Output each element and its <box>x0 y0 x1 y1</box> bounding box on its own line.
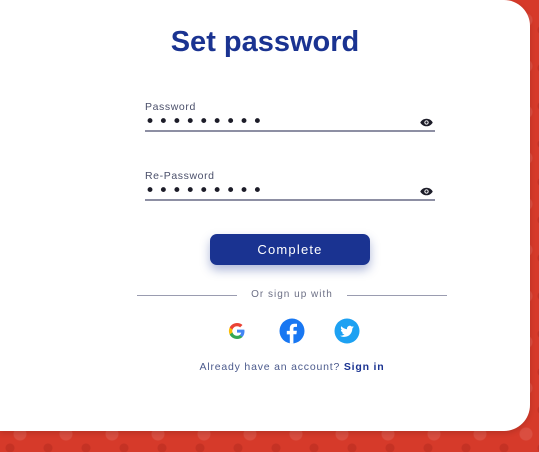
facebook-icon[interactable] <box>279 318 305 344</box>
page-title: Set password <box>170 26 360 58</box>
eye-icon[interactable] <box>420 118 433 127</box>
sign-in-link[interactable]: Sign in <box>344 361 385 373</box>
re-password-field[interactable]: Re-Password ••••••••• <box>145 170 435 202</box>
footer-text: Already have an account? Sign in <box>0 361 539 373</box>
twitter-icon[interactable] <box>334 318 360 344</box>
password-underline <box>145 130 435 132</box>
divider-line-right <box>347 295 447 296</box>
password-input[interactable]: ••••••••• <box>145 112 266 132</box>
re-password-underline <box>145 199 435 201</box>
set-password-card: Set password Password ••••••••• Re-Passw… <box>0 0 530 431</box>
footer-prompt: Already have an account? <box>199 361 341 373</box>
google-icon[interactable] <box>224 318 250 344</box>
re-password-input[interactable]: ••••••••• <box>145 181 266 201</box>
complete-button[interactable]: Complete <box>210 234 370 265</box>
divider-text: Or sign up with <box>251 289 333 300</box>
eye-icon[interactable] <box>420 187 433 196</box>
password-field[interactable]: Password ••••••••• <box>145 101 435 133</box>
